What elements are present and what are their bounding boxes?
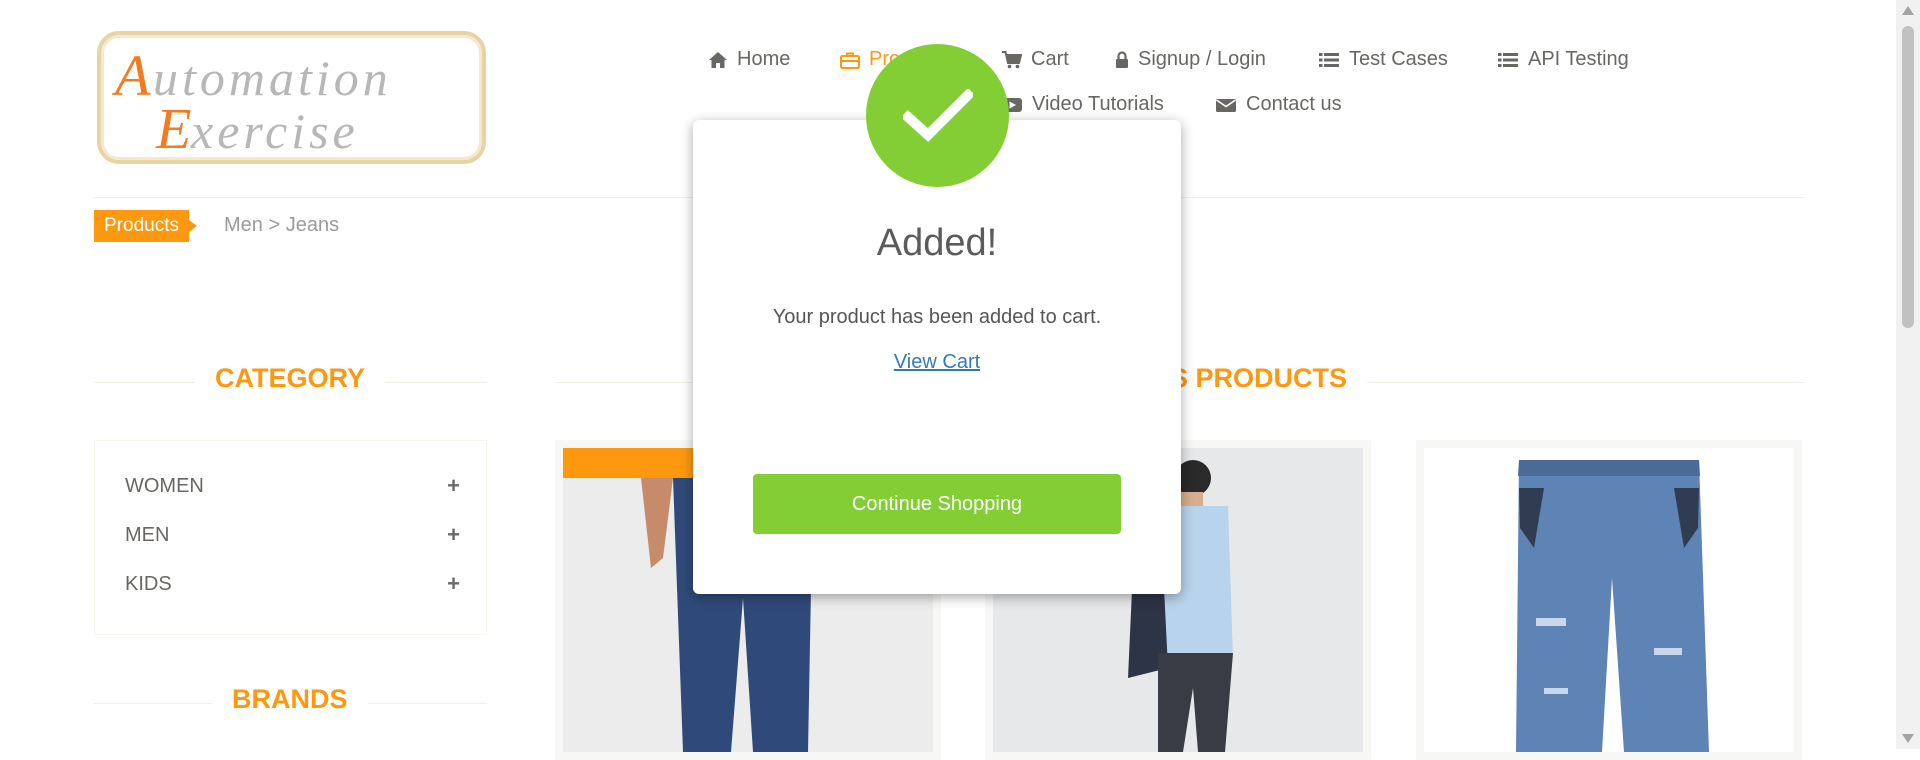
page-scrollbar[interactable] [1896,0,1920,749]
modal-title: Added! [876,222,998,264]
success-badge [866,44,1009,187]
continue-shopping-button[interactable]: Continue Shopping [753,474,1121,534]
scroll-up-arrow-icon[interactable] [1902,6,1914,15]
check-icon [902,88,973,142]
scroll-down-arrow-icon[interactable] [1902,734,1914,743]
scroll-thumb[interactable] [1902,26,1914,328]
modal-message: Your product has been added to cart. [772,306,1102,328]
view-cart-link[interactable]: View Cart [894,351,980,373]
